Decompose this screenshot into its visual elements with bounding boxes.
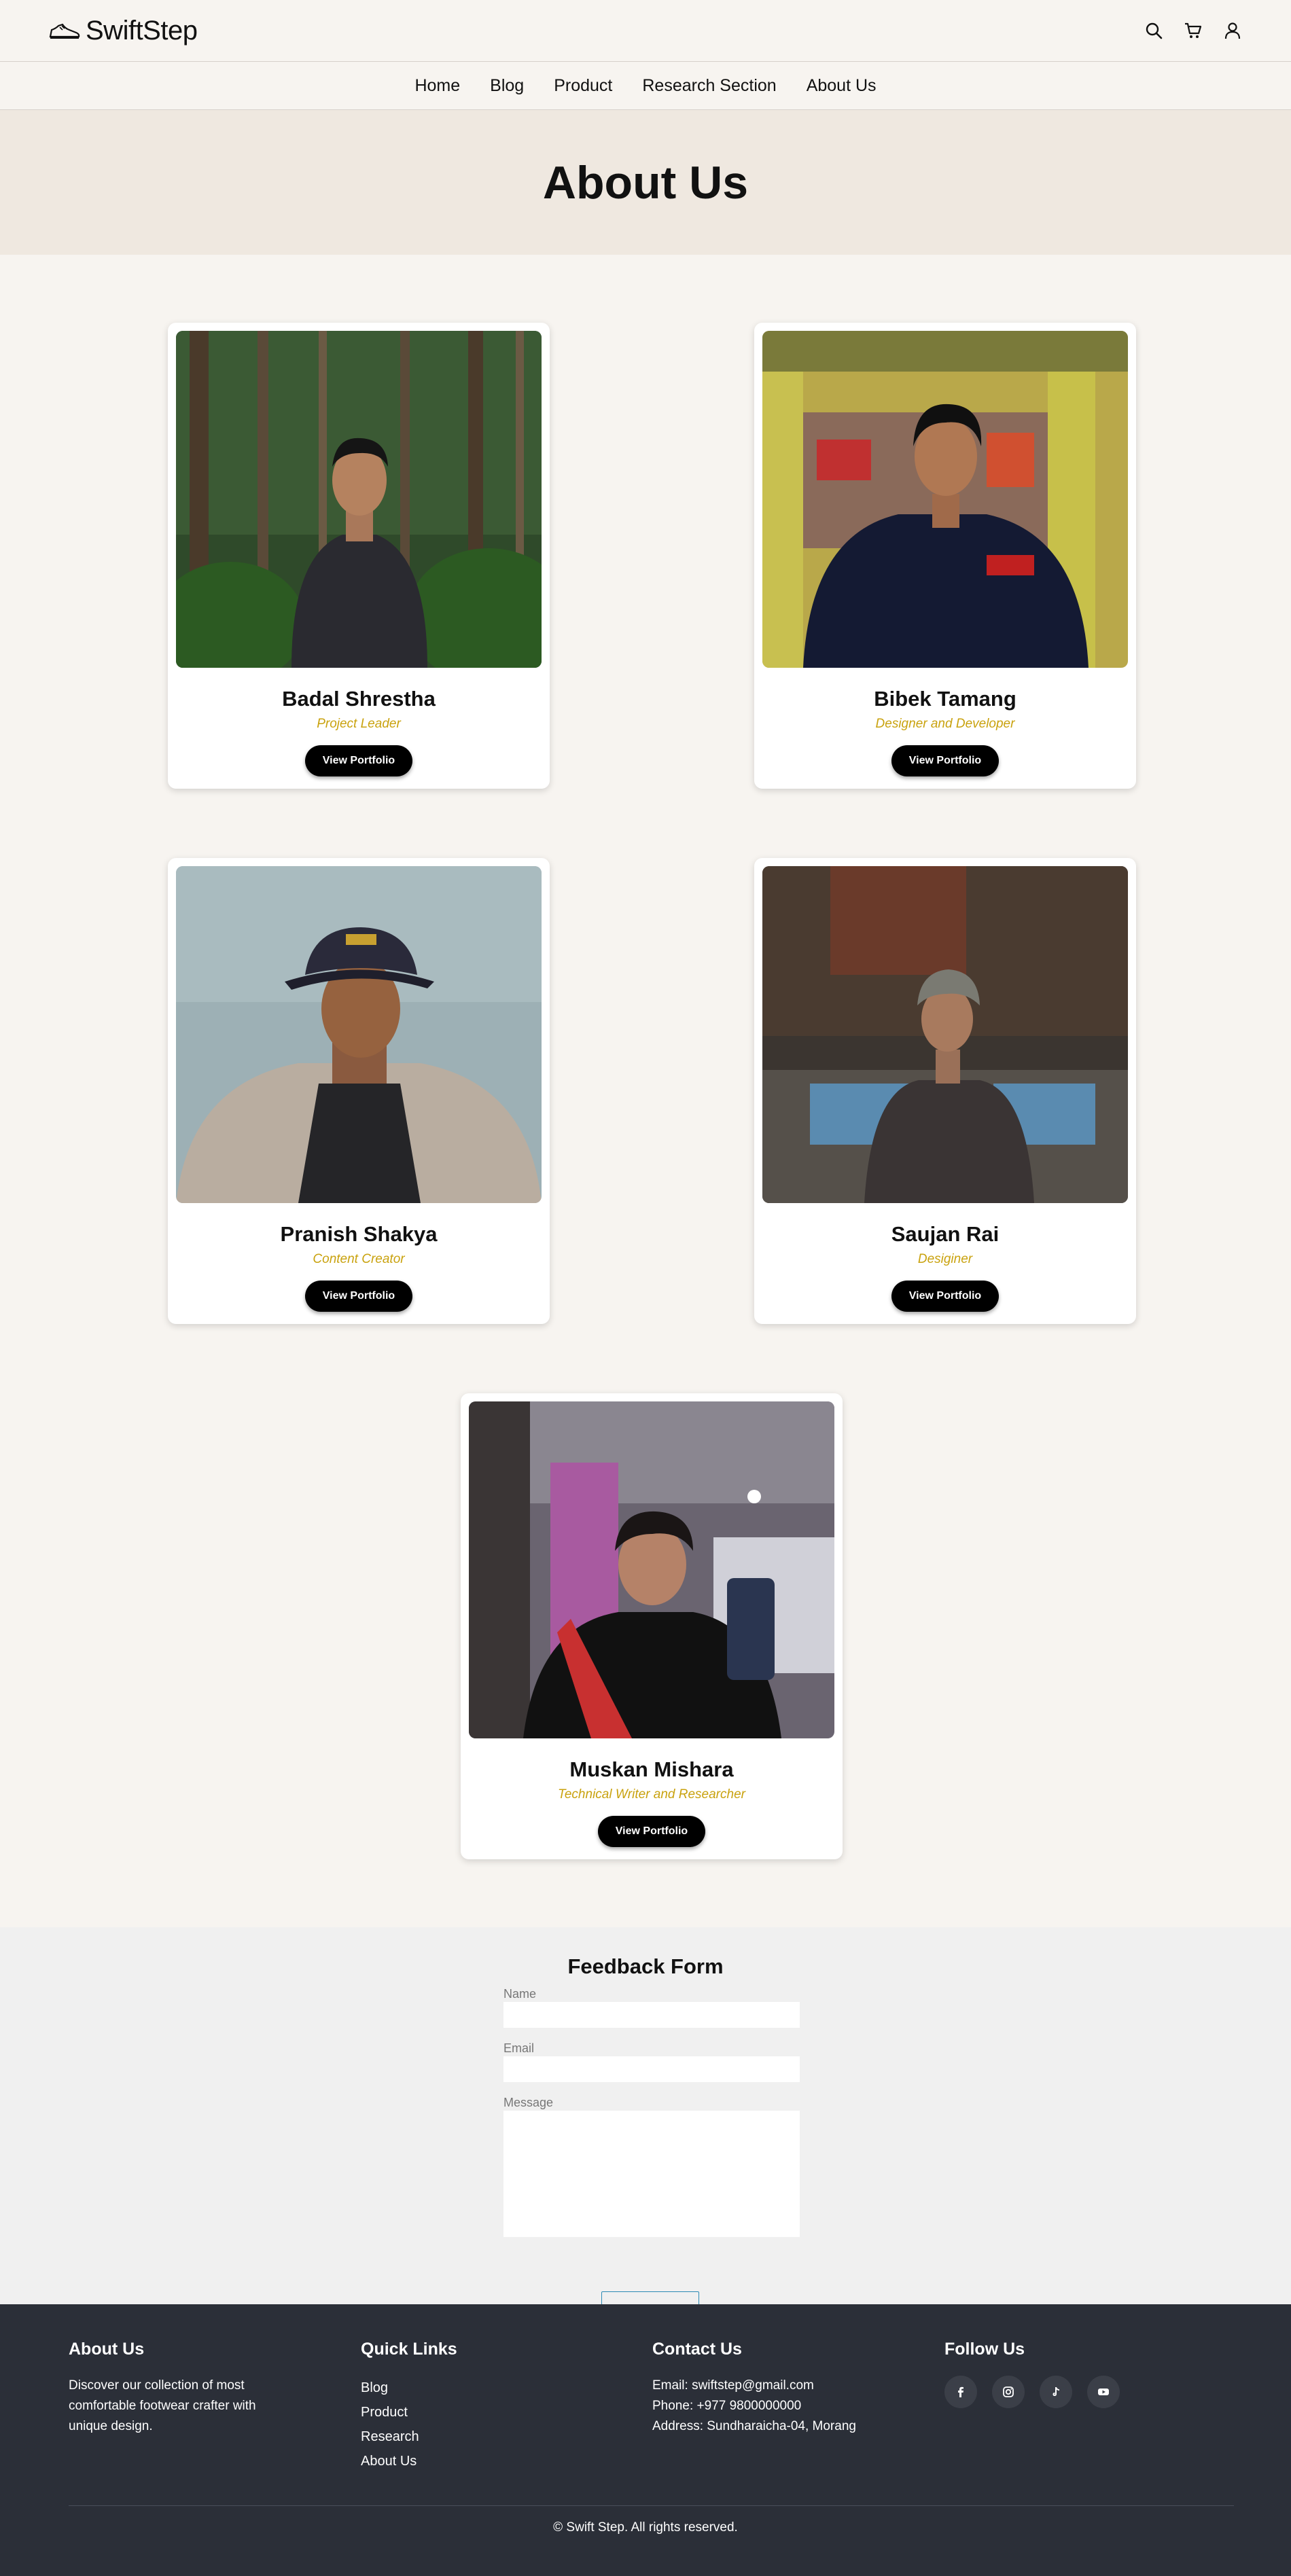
member-photo <box>762 866 1128 1203</box>
member-photo <box>176 866 542 1203</box>
footer-contact: Contact Us Email: swiftstep@gmail.com Ph… <box>652 2340 856 2437</box>
message-field[interactable] <box>503 2111 800 2237</box>
member-role: Designer and Developer <box>875 717 1015 731</box>
search-icon[interactable] <box>1144 21 1163 40</box>
email-label: Email <box>503 2041 535 2055</box>
brand-name: SwiftStep <box>86 15 198 46</box>
footer-link-research[interactable]: Research <box>361 2425 457 2449</box>
member-name: Saujan Rai <box>891 1222 1000 1246</box>
member-role: Technical Writer and Researcher <box>558 1787 745 1802</box>
member-role: Project Leader <box>317 717 401 731</box>
tiktok-icon[interactable] <box>1040 2376 1072 2408</box>
contact-address: Address: Sundharaicha-04, Morang <box>652 2419 856 2433</box>
user-icon[interactable] <box>1223 21 1242 40</box>
message-label: Message <box>503 2096 554 2109</box>
nav-blog[interactable]: Blog <box>490 76 524 96</box>
main-nav: Home Blog Product Research Section About… <box>0 61 1291 110</box>
youtube-icon[interactable] <box>1087 2376 1120 2408</box>
feedback-form: Name Email Message Submit <box>503 1987 800 2336</box>
footer-divider <box>69 2505 1234 2506</box>
footer-about: About Us Discover our collection of most… <box>69 2340 293 2437</box>
footer-contact-title: Contact Us <box>652 2340 742 2359</box>
member-name: Muskan Mishara <box>569 1757 734 1781</box>
member-name: Bibek Tamang <box>874 687 1016 711</box>
member-name: Badal Shrestha <box>282 687 436 711</box>
view-portfolio-button[interactable]: View Portfolio <box>597 1816 706 1847</box>
hero-banner: About Us <box>0 110 1291 255</box>
team-card: Bibek Tamang Designer and Developer View… <box>754 323 1136 789</box>
footer-quick-links-title: Quick Links <box>361 2340 457 2359</box>
member-photo <box>762 331 1128 668</box>
view-portfolio-button[interactable]: View Portfolio <box>891 745 1000 776</box>
contact-phone: Phone: +977 9800000000 <box>652 2399 802 2413</box>
top-bar: SwiftStep <box>0 0 1291 61</box>
footer-link-blog[interactable]: Blog <box>361 2376 457 2400</box>
team-section: Badal Shrestha Project Leader View Portf… <box>0 255 1291 1927</box>
nav-home[interactable]: Home <box>414 76 460 96</box>
team-card: Pranish Shakya Content Creator View Port… <box>168 858 550 1324</box>
nav-product[interactable]: Product <box>554 76 612 96</box>
contact-email: Email: swiftstep@gmail.com <box>652 2378 814 2393</box>
team-card: Badal Shrestha Project Leader View Portf… <box>168 323 550 789</box>
member-role: Content Creator <box>313 1252 405 1266</box>
copyright: © Swift Step. All rights reserved. <box>553 2520 738 2535</box>
cart-icon[interactable] <box>1184 21 1203 40</box>
member-photo <box>176 331 542 668</box>
footer-link-about-us[interactable]: About Us <box>361 2449 457 2473</box>
view-portfolio-button[interactable]: View Portfolio <box>304 1281 413 1312</box>
site-header: SwiftStep Home Blog Product Research Sec… <box>0 0 1291 110</box>
nav-about-us[interactable]: About Us <box>807 76 877 96</box>
logo[interactable]: SwiftStep <box>49 15 198 46</box>
view-portfolio-button[interactable]: View Portfolio <box>891 1281 1000 1312</box>
footer-about-title: About Us <box>69 2340 145 2359</box>
site-footer: About Us Discover our collection of most… <box>0 2304 1291 2576</box>
footer-about-text: Discover our collection of most comforta… <box>69 2378 256 2433</box>
team-card: Saujan Rai Desiginer View Portfolio <box>754 858 1136 1324</box>
instagram-icon[interactable] <box>992 2376 1025 2408</box>
social-links <box>944 2376 1120 2408</box>
footer-follow-title: Follow Us <box>944 2340 1025 2359</box>
facebook-icon[interactable] <box>944 2376 977 2408</box>
member-role: Desiginer <box>917 1252 973 1266</box>
nav-research-section[interactable]: Research Section <box>642 76 776 96</box>
feedback-title: Feedback Form <box>567 1954 724 1978</box>
member-photo <box>469 1401 834 1738</box>
team-card: Muskan Mishara Technical Writer and Rese… <box>461 1393 843 1859</box>
footer-link-product[interactable]: Product <box>361 2400 457 2425</box>
shoe-icon <box>49 23 80 39</box>
feedback-section: Feedback Form Name Email Message Submit <box>0 1927 1291 2336</box>
view-portfolio-button[interactable]: View Portfolio <box>304 745 413 776</box>
footer-follow: Follow Us <box>944 2340 1120 2408</box>
name-label: Name <box>503 1987 537 2001</box>
footer-quick-links: Quick Links Blog Product Research About … <box>361 2340 457 2473</box>
member-name: Pranish Shakya <box>280 1222 438 1246</box>
header-actions <box>1144 21 1242 40</box>
name-field[interactable] <box>503 2002 800 2028</box>
page-title: About Us <box>542 156 749 209</box>
email-field[interactable] <box>503 2056 800 2082</box>
